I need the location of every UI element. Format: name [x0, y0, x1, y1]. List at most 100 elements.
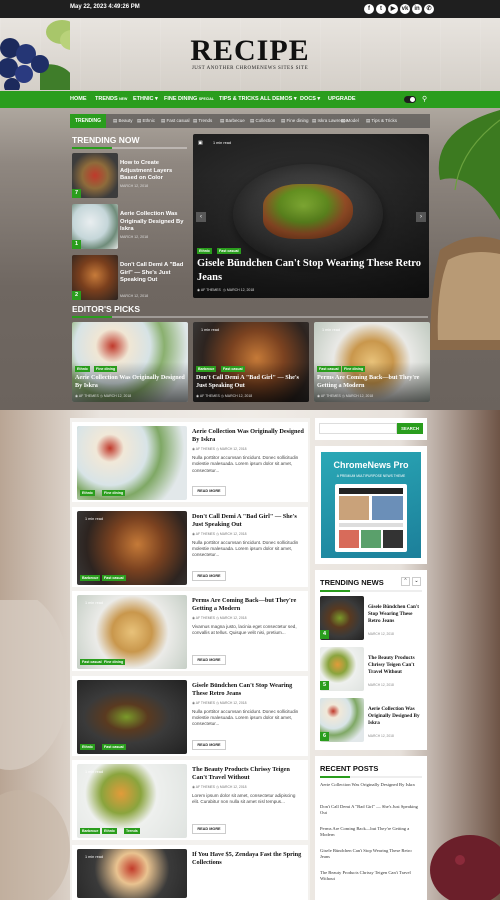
post-tag[interactable]: Ethnic	[102, 828, 117, 834]
post-title[interactable]: If You Have $5, Zendaya Fast the Spring …	[192, 851, 304, 868]
recent-post-link[interactable]: Gisele Bündchen Can't Stop Wearing These…	[320, 848, 420, 861]
read-more-button[interactable]: READ MORE	[192, 655, 226, 665]
post-tag[interactable]: Fast casual	[80, 659, 104, 665]
trending-news-title[interactable]: The Beauty Products Chrissy Teigen Can't…	[368, 655, 424, 675]
nav-docs[interactable]: DOCS ▾	[300, 96, 320, 102]
ad-banner[interactable]: ChromeNews Pro A PREMIUM MULTIPURPOSE NE…	[321, 452, 421, 558]
recent-post-link[interactable]: Perms Are Coming Back—but They're Gettin…	[320, 826, 420, 839]
post-image[interactable]: 1 min read Barbecue Ethnic Trends	[77, 764, 187, 838]
post-tag[interactable]: Ethnic	[80, 743, 95, 750]
trending-title[interactable]: Don't Call Demi A "Bad Girl" — She's Jus…	[120, 262, 190, 285]
search-input[interactable]	[319, 423, 397, 434]
trending-title[interactable]: How to Create Adjustment Layers Based on…	[120, 160, 190, 183]
site-title[interactable]: RECIPE	[0, 34, 500, 68]
search-button[interactable]: SEARCH	[397, 423, 423, 434]
facebook-icon[interactable]: f	[364, 4, 374, 14]
trending-link[interactable]: ▤ Barbecue	[220, 118, 245, 124]
hero-tag[interactable]: Fast casual	[217, 248, 241, 254]
trending-news-title[interactable]: Gisele Bündchen Can't Stop Wearing These…	[368, 604, 424, 624]
slider-prev-button[interactable]: ‹	[196, 212, 206, 222]
trending-link[interactable]: ▤ Collection	[250, 118, 275, 124]
linkedin-icon[interactable]: in	[412, 4, 422, 14]
read-more-button[interactable]: READ MORE	[192, 486, 226, 496]
nav-all-demos[interactable]: ALL DEMOS ▾	[260, 96, 297, 102]
card-tag[interactable]: Barbecue	[196, 366, 217, 372]
vk-icon[interactable]: vk	[400, 4, 410, 14]
card-author[interactable]: AF THEMES	[79, 394, 99, 398]
trending-link[interactable]: ▤ Ethnic	[137, 118, 155, 124]
card-title[interactable]: Don't Call Demi A "Bad Girl" — She's Jus…	[196, 374, 306, 390]
nav-ethnic[interactable]: ETHNIC ▾	[133, 96, 158, 102]
slider-next-button[interactable]: ›	[416, 212, 426, 222]
post-author[interactable]: AF THEMES	[196, 616, 215, 620]
recent-post-link[interactable]: Don't Call Demi A "Bad Girl" — She's Jus…	[320, 804, 420, 817]
post-author[interactable]: AF THEMES	[196, 447, 215, 451]
post-image[interactable]: 1 min read	[77, 848, 187, 898]
trending-link[interactable]: ▤ Fast casual	[161, 118, 190, 124]
card-tag[interactable]: Fast casual	[317, 366, 341, 372]
trending-link[interactable]: ▤ Model	[341, 118, 359, 124]
trending-link[interactable]: ▤ Tips & Tricks	[366, 118, 397, 124]
trending-news-title[interactable]: Aerie Collection Was Originally Designed…	[368, 706, 424, 726]
post-tag[interactable]: Fine dining	[102, 659, 126, 665]
nav-upgrade[interactable]: UPGRADE	[328, 96, 356, 102]
post-author[interactable]: AF THEMES	[196, 785, 215, 789]
card-tag[interactable]: Fine dining	[342, 366, 366, 372]
trending-link[interactable]: ▤ Beauty	[113, 118, 133, 124]
card-min-read: 1 min read	[322, 328, 340, 332]
trending-link[interactable]: ▤ Trends	[193, 118, 212, 124]
post-tag[interactable]: Ethnic	[80, 490, 95, 496]
featured-slider[interactable]: ▣ 1 min read ‹ › Ethnic Fast casual Gise…	[193, 134, 429, 298]
twitter-icon[interactable]: t	[376, 4, 386, 14]
search-icon[interactable]: ⚲	[422, 95, 427, 103]
card-tag[interactable]: Fast casual	[221, 366, 245, 372]
editors-pick-card[interactable]: 1 min read Barbecue Fast casual Don't Ca…	[193, 322, 309, 402]
recent-post-link[interactable]: Aerie Collection Was Originally Designed…	[320, 782, 420, 788]
youtube-icon[interactable]: ▶	[388, 4, 398, 14]
post-image[interactable]: 1 min read Fast casual Fine dining	[77, 595, 187, 669]
card-author[interactable]: AF THEMES	[200, 394, 220, 398]
post-tag[interactable]: Barbecue	[80, 574, 101, 581]
nav-tips-tricks[interactable]: TIPS & TRICKS	[219, 96, 259, 102]
card-title[interactable]: Aerie Collection Was Originally Designed…	[75, 374, 185, 390]
hero-tag[interactable]: Ethnic	[197, 248, 212, 254]
chevron-up-icon[interactable]: ⌃	[401, 577, 410, 586]
editors-pick-card[interactable]: 1 min read Fast casual Fine dining Perms…	[314, 322, 430, 402]
nav-trends[interactable]: TRENDS NEW	[95, 96, 127, 102]
post-tag[interactable]: Fast casual	[102, 743, 126, 750]
post-image[interactable]: Ethnic Fine dining	[77, 426, 187, 500]
card-title[interactable]: Perms Are Coming Back—but They're Gettin…	[317, 374, 427, 390]
ad-widget[interactable]: ChromeNews Pro A PREMIUM MULTIPURPOSE NE…	[315, 446, 427, 564]
post-image[interactable]: Ethnic Fast casual	[77, 679, 187, 754]
hero-title[interactable]: Gisele Bündchen Can't Stop Wearing These…	[197, 257, 427, 285]
whatsapp-icon[interactable]: ✆	[424, 4, 434, 14]
post-image[interactable]: 1 min read Barbecue Fast casual	[77, 510, 187, 585]
post-title[interactable]: The Beauty Products Chrissy Teigen Can't…	[192, 766, 304, 783]
nav-home[interactable]: HOME	[70, 96, 87, 102]
post-tag[interactable]: Trends	[124, 828, 140, 834]
post-tag[interactable]: Fine dining	[102, 490, 126, 496]
post-title[interactable]: Don't Call Demi A "Bad Girl" — She's Jus…	[192, 513, 304, 530]
recent-post-link[interactable]: The Beauty Products Chrissy Teigen Can't…	[320, 870, 420, 883]
post-title[interactable]: Gisele Bündchen Can't Stop Wearing These…	[192, 682, 304, 699]
card-author[interactable]: AF THEMES	[321, 394, 341, 398]
post-title[interactable]: Perms Are Coming Back—but They're Gettin…	[192, 597, 304, 614]
trending-link[interactable]: ▤ Fine dining	[281, 118, 309, 124]
post-tag[interactable]: Fast casual	[102, 574, 126, 581]
post-author[interactable]: AF THEMES	[196, 701, 215, 705]
chevron-down-icon[interactable]: ⌄	[412, 577, 421, 586]
read-more-button[interactable]: READ MORE	[192, 824, 226, 834]
read-more-button[interactable]: READ MORE	[192, 570, 226, 581]
editors-pick-card[interactable]: Ethnic Fine dining Aerie Collection Was …	[72, 322, 188, 402]
post-title[interactable]: Aerie Collection Was Originally Designed…	[192, 428, 304, 445]
trending-link-label: Ethnic	[142, 118, 156, 123]
dark-mode-toggle[interactable]	[404, 96, 416, 103]
read-more-button[interactable]: READ MORE	[192, 739, 226, 750]
card-tag[interactable]: Ethnic	[75, 366, 90, 372]
hero-author[interactable]: AF THEMES	[201, 288, 221, 292]
post-author[interactable]: AF THEMES	[196, 532, 215, 536]
trending-title[interactable]: Aerie Collection Was Originally Designed…	[120, 211, 190, 234]
post-tag[interactable]: Barbecue	[80, 828, 101, 834]
card-tag[interactable]: Fine dining	[94, 366, 118, 372]
nav-fine-dining[interactable]: FINE DINING SPECIAL	[164, 96, 214, 102]
